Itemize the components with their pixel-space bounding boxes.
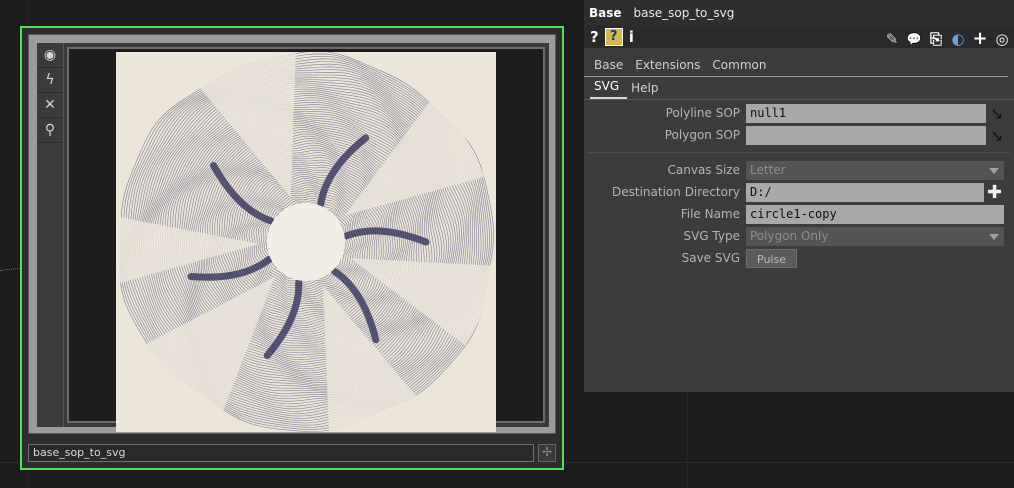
tab-help[interactable]: Help — [627, 81, 666, 99]
param-file-name: File Name circle1-copy — [584, 203, 1014, 225]
tab-svg[interactable]: SVG — [590, 79, 628, 99]
node-side-toolbar: ◉ ϟ ✕ ⚲ — [37, 43, 64, 427]
save-svg-pulse-button[interactable]: Pulse — [746, 248, 797, 268]
svg-type-menu[interactable]: Polygon Only — [746, 226, 1004, 246]
lightning-icon[interactable]: ϟ — [37, 68, 63, 93]
custom-page-tabs: SVG Help — [584, 77, 1014, 100]
param-polygon-sop: Polygon SOP ↘ — [584, 124, 1014, 146]
param-label: Polyline SOP — [665, 106, 740, 120]
section-divider — [588, 152, 1010, 153]
clone-icon[interactable]: ⎘ — [928, 30, 944, 48]
comment-icon[interactable]: 💬 — [906, 32, 922, 46]
page-tabs: Base Extensions Common — [584, 50, 1008, 77]
param-label: SVG Type — [683, 229, 740, 243]
file-name-field[interactable]: circle1-copy — [746, 204, 1004, 224]
param-save-svg: Save SVG Pulse — [584, 247, 1014, 269]
drop-target-icon[interactable]: ↘ — [990, 126, 1003, 145]
node-viewer[interactable] — [67, 47, 545, 432]
param-polyline-sop: Polyline SOP null1 ↘ — [584, 102, 1014, 124]
param-label: Canvas Size — [667, 163, 741, 177]
connection-wire — [0, 267, 22, 271]
close-icon[interactable]: ✕ — [37, 93, 63, 118]
polygon-sop-field[interactable] — [746, 125, 986, 145]
panel-right-icons: ✎ 💬 ⎘ ◐ + ◎ — [884, 28, 1010, 49]
op-type-label: Base — [589, 6, 622, 20]
polyline-sop-field[interactable]: null1 — [746, 103, 986, 123]
pin-icon[interactable]: ⚲ — [37, 118, 63, 143]
node-corner-icon[interactable]: ✢ — [538, 444, 556, 462]
parameter-panel: Base base_sop_to_svg ? ? i ✎ 💬 ⎘ ◐ + ◎ B… — [584, 0, 1014, 392]
param-label: File Name — [680, 207, 740, 221]
target-icon[interactable]: ◉ — [37, 43, 63, 68]
param-label: Destination Directory — [612, 185, 740, 199]
add-icon[interactable]: + — [972, 28, 988, 49]
destination-directory-field[interactable]: D:/ — [746, 182, 984, 202]
help-python-icon[interactable]: ? — [604, 28, 623, 46]
radial-line-art — [116, 50, 495, 432]
panel-icon-bar: ? ? i ✎ 💬 ⎘ ◐ + ◎ — [584, 26, 1014, 49]
svg-preview-image — [116, 50, 496, 432]
tab-base[interactable]: Base — [590, 58, 631, 76]
node-name-label[interactable]: base_sop_to_svg — [28, 444, 534, 462]
pencil-icon[interactable]: ✎ — [884, 30, 900, 48]
viewer-frame: ◉ ϟ ✕ ⚲ — [37, 43, 549, 432]
tab-common[interactable]: Common — [708, 58, 774, 76]
drop-target-icon[interactable]: ↘ — [990, 104, 1003, 123]
parameter-list: Polyline SOP null1 ↘ Polygon SOP ↘ Canva… — [584, 100, 1014, 269]
param-destination-directory: Destination Directory D:/ ✚ — [584, 181, 1014, 203]
base-comp-node[interactable]: ◉ ϟ ✕ ⚲ base_sop_to_svg ✢ — [20, 26, 564, 470]
panel-header: Base base_sop_to_svg — [584, 0, 1014, 26]
node-viewer-container: ◉ ϟ ✕ ⚲ — [28, 34, 556, 434]
param-canvas-size: Canvas Size Letter — [584, 159, 1014, 181]
param-svg-type: SVG Type Polygon Only — [584, 225, 1014, 247]
op-name-field[interactable]: base_sop_to_svg — [634, 6, 735, 20]
tab-extensions[interactable]: Extensions — [631, 58, 708, 76]
python-icon[interactable]: ◐ — [950, 30, 966, 48]
canvas-size-menu[interactable]: Letter — [746, 160, 1004, 180]
help-icon[interactable]: ? — [590, 28, 599, 46]
target-icon[interactable]: ◎ — [994, 30, 1010, 48]
param-label: Polygon SOP — [664, 128, 740, 142]
info-icon[interactable]: i — [629, 28, 634, 46]
browse-folder-icon[interactable]: ✚ — [987, 182, 1002, 203]
param-label: Save SVG — [681, 251, 740, 265]
